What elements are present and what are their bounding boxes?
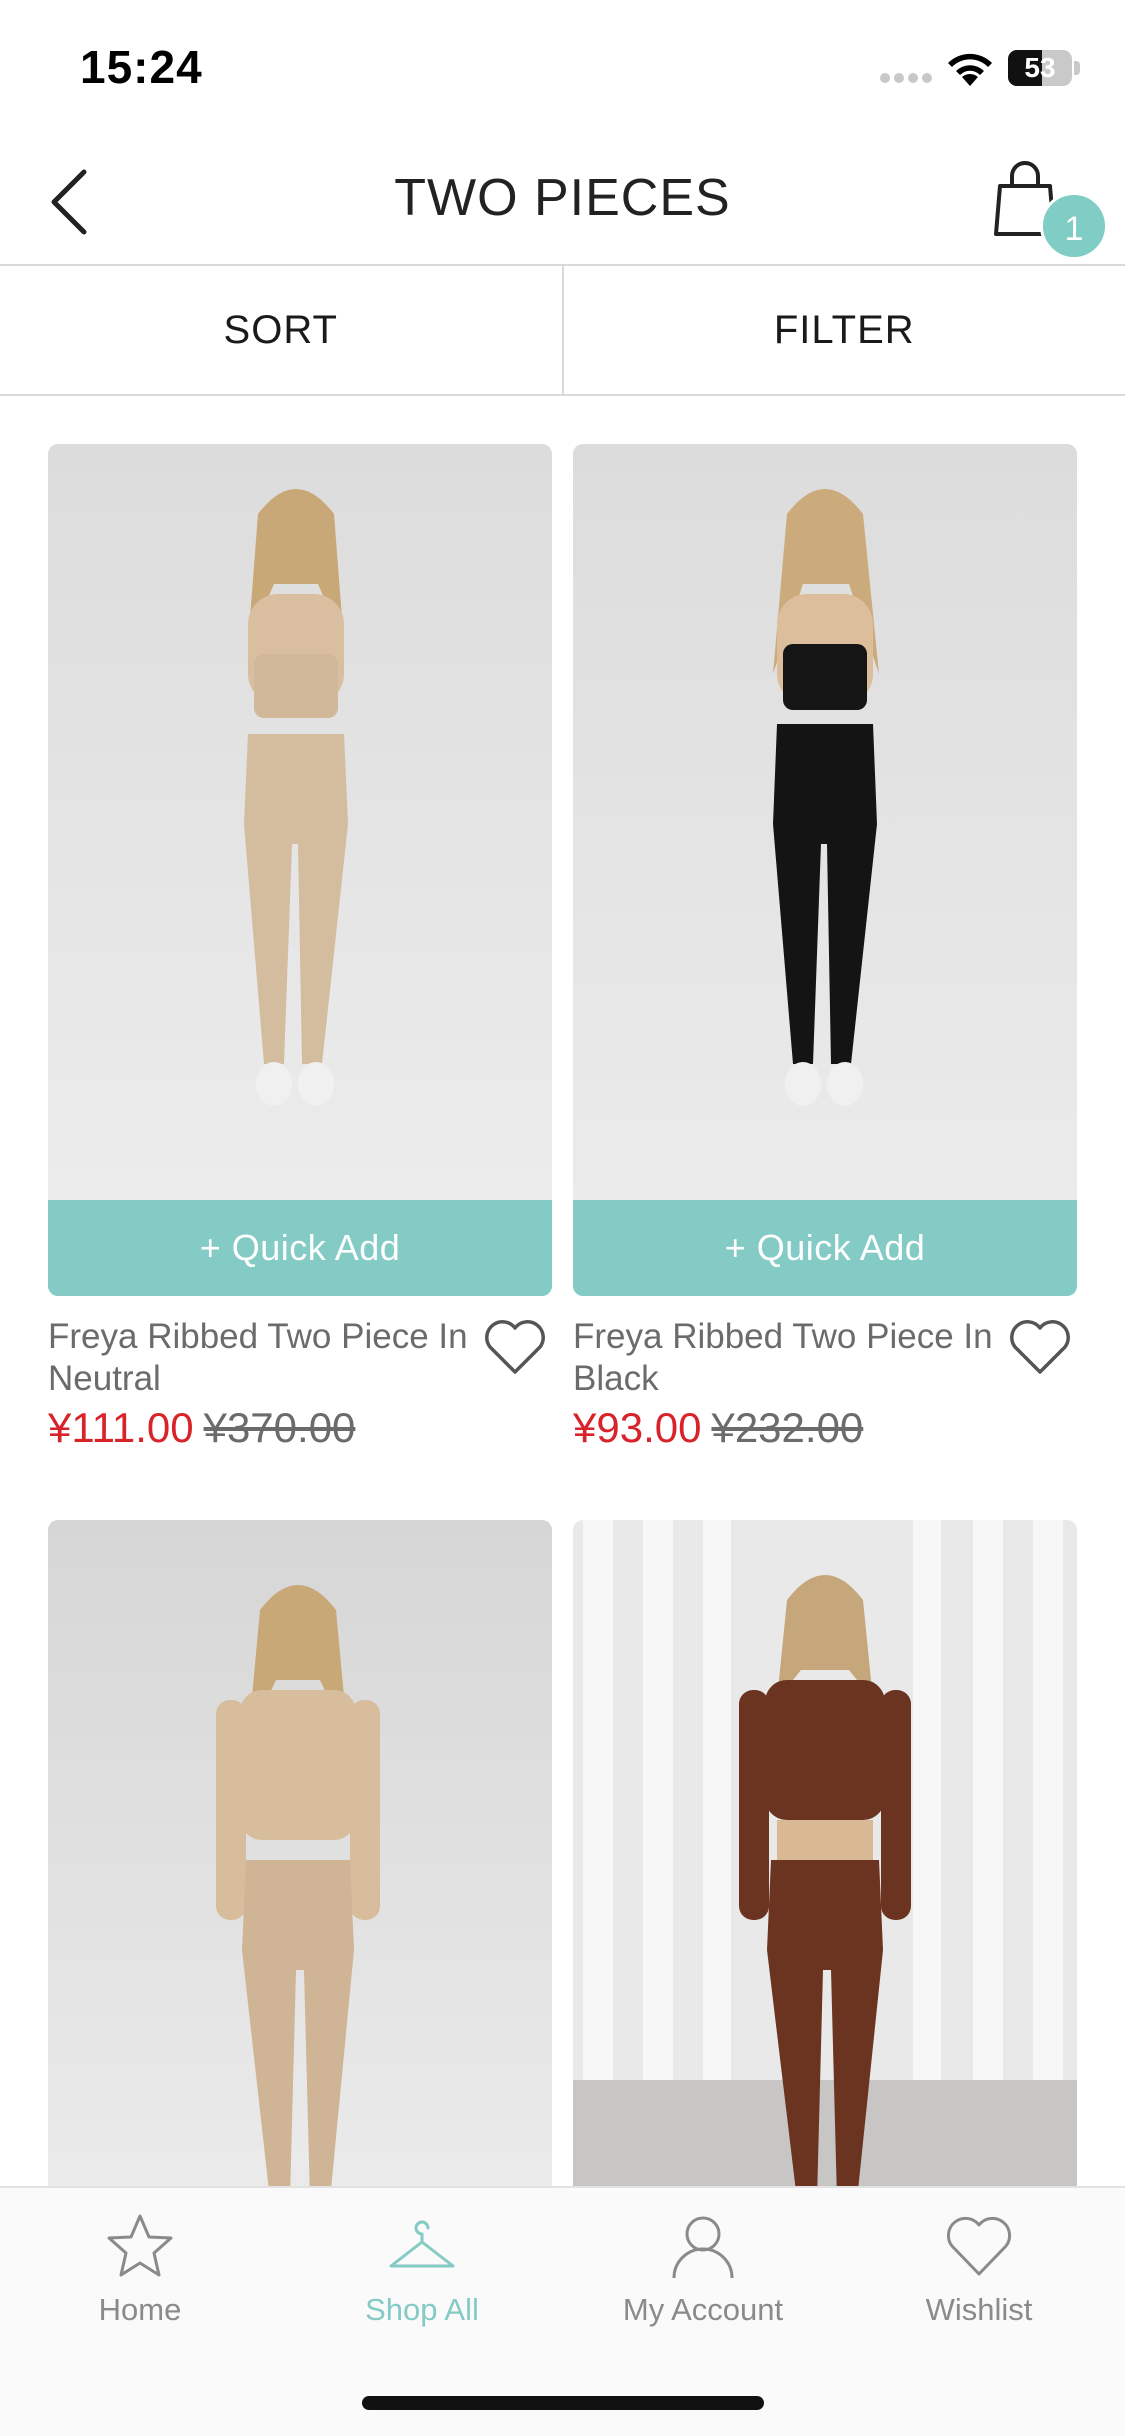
cellular-signal-icon <box>880 72 932 84</box>
tab-label: My Account <box>622 2292 784 2327</box>
heart-icon <box>946 2216 1012 2276</box>
price-row: ¥111.00 ¥370.00 <box>48 1404 355 1452</box>
product-name[interactable]: Freya Ribbed Two Piece In Neutral <box>48 1316 468 1400</box>
navigation-header: TWO PIECES 1 <box>0 140 1125 266</box>
sort-filter-bar: SORT FILTER <box>0 266 1125 396</box>
original-price: ¥232.00 <box>711 1404 864 1451</box>
cart-count-badge[interactable]: 1 <box>1040 192 1108 260</box>
original-price: ¥370.00 <box>203 1404 356 1451</box>
user-icon <box>672 2216 734 2279</box>
product-name[interactable]: Freya Ribbed Two Piece In Black <box>573 1316 993 1400</box>
product-image[interactable] <box>48 444 552 1200</box>
tab-home[interactable]: Home <box>20 2212 260 2352</box>
battery-icon: 53 <box>1008 50 1080 86</box>
product-image[interactable] <box>573 1520 1077 2186</box>
tab-label: Wishlist <box>925 2292 1033 2327</box>
status-bar: 15:24 53 <box>0 0 1125 140</box>
tab-my-account[interactable]: My Account <box>583 2212 823 2352</box>
sort-button[interactable]: SORT <box>0 266 564 394</box>
tab-label: Home <box>98 2292 182 2327</box>
tab-wishlist[interactable]: Wishlist <box>859 2212 1099 2352</box>
heart-icon[interactable] <box>1007 1316 1073 1378</box>
product-image[interactable] <box>573 444 1077 1200</box>
wifi-icon <box>948 53 992 86</box>
sale-price: ¥111.00 <box>48 1404 194 1451</box>
status-time: 15:24 <box>80 41 203 93</box>
quick-add-button[interactable]: + Quick Add <box>573 1200 1077 1296</box>
heart-icon[interactable] <box>482 1316 548 1378</box>
battery-level: 53 <box>1024 52 1056 83</box>
hanger-icon <box>389 2220 455 2268</box>
product-image[interactable] <box>48 1520 552 2186</box>
price-row: ¥93.00 ¥232.00 <box>573 1404 863 1452</box>
filter-button[interactable]: FILTER <box>564 266 1125 394</box>
product-grid: + Quick Add Freya Ribbed Two Piece In Ne… <box>0 396 1125 2186</box>
sale-price: ¥93.00 <box>573 1404 702 1451</box>
tab-shop-all[interactable]: Shop All <box>302 2212 542 2352</box>
tab-label: Shop All <box>365 2292 479 2327</box>
quick-add-button[interactable]: + Quick Add <box>48 1200 552 1296</box>
star-icon <box>107 2214 173 2277</box>
home-indicator <box>362 2396 764 2410</box>
page-title: TWO PIECES <box>394 169 731 227</box>
